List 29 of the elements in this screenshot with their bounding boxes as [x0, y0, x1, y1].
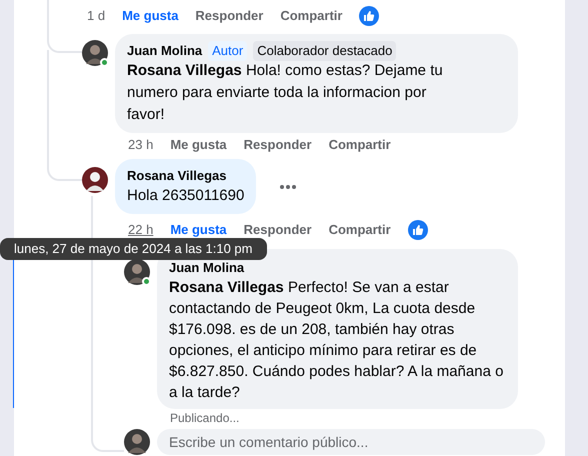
- reply-link[interactable]: Responder: [244, 135, 312, 155]
- posting-status: Publicando...: [170, 411, 240, 425]
- like-link[interactable]: Me gusta: [122, 6, 178, 26]
- comment-text: Hola 2635011690: [127, 186, 244, 206]
- comment-text: Rosana Villegas Hola! como estas? Dejame tu numero para enviarte toda la informacion por favor!: [127, 61, 444, 125]
- thumbs-up-icon: [359, 6, 380, 26]
- author-name[interactable]: Juan Molina: [169, 258, 244, 278]
- timestamp-link[interactable]: 1 d: [87, 6, 106, 26]
- date-tooltip: lunes, 27 de mayo de 2024 a las 1:10 pm: [0, 238, 266, 260]
- like-link[interactable]: Me gusta: [170, 135, 227, 155]
- avatar: [82, 40, 108, 66]
- more-options-icon[interactable]: [279, 184, 298, 190]
- timestamp-link[interactable]: 23 h: [128, 135, 154, 155]
- author-name[interactable]: Juan Molina: [127, 41, 202, 61]
- contributor-tag: Colaborador destacado: [253, 41, 396, 61]
- like-link[interactable]: Me gusta: [170, 220, 227, 240]
- reply-link[interactable]: Responder: [195, 6, 264, 26]
- reply-link[interactable]: Responder: [244, 220, 312, 240]
- comment-input-field[interactable]: Escribe un comentario público...: [157, 429, 545, 455]
- thumbs-up-icon: [408, 220, 428, 240]
- avatar: [82, 167, 108, 193]
- share-link[interactable]: Compartir: [280, 6, 342, 26]
- author-tag: Autor: [208, 41, 248, 61]
- share-link[interactable]: Compartir: [328, 220, 391, 240]
- timestamp-link[interactable]: 22 h: [128, 220, 154, 240]
- author-name[interactable]: Rosana Villegas: [127, 166, 226, 186]
- share-link[interactable]: Compartir: [328, 135, 391, 155]
- comment-text: Rosana Villegas Perfecto! Se van a estar contactando de Peugeot 0km, La cuota desde $176.098. es de un 208, también hay otras opciones, el anticipo mínimo para retirar es de $6.827.850. Cuándo podes hablar? A la mañana o a la tarde?: [169, 278, 504, 403]
- avatar: [124, 429, 150, 455]
